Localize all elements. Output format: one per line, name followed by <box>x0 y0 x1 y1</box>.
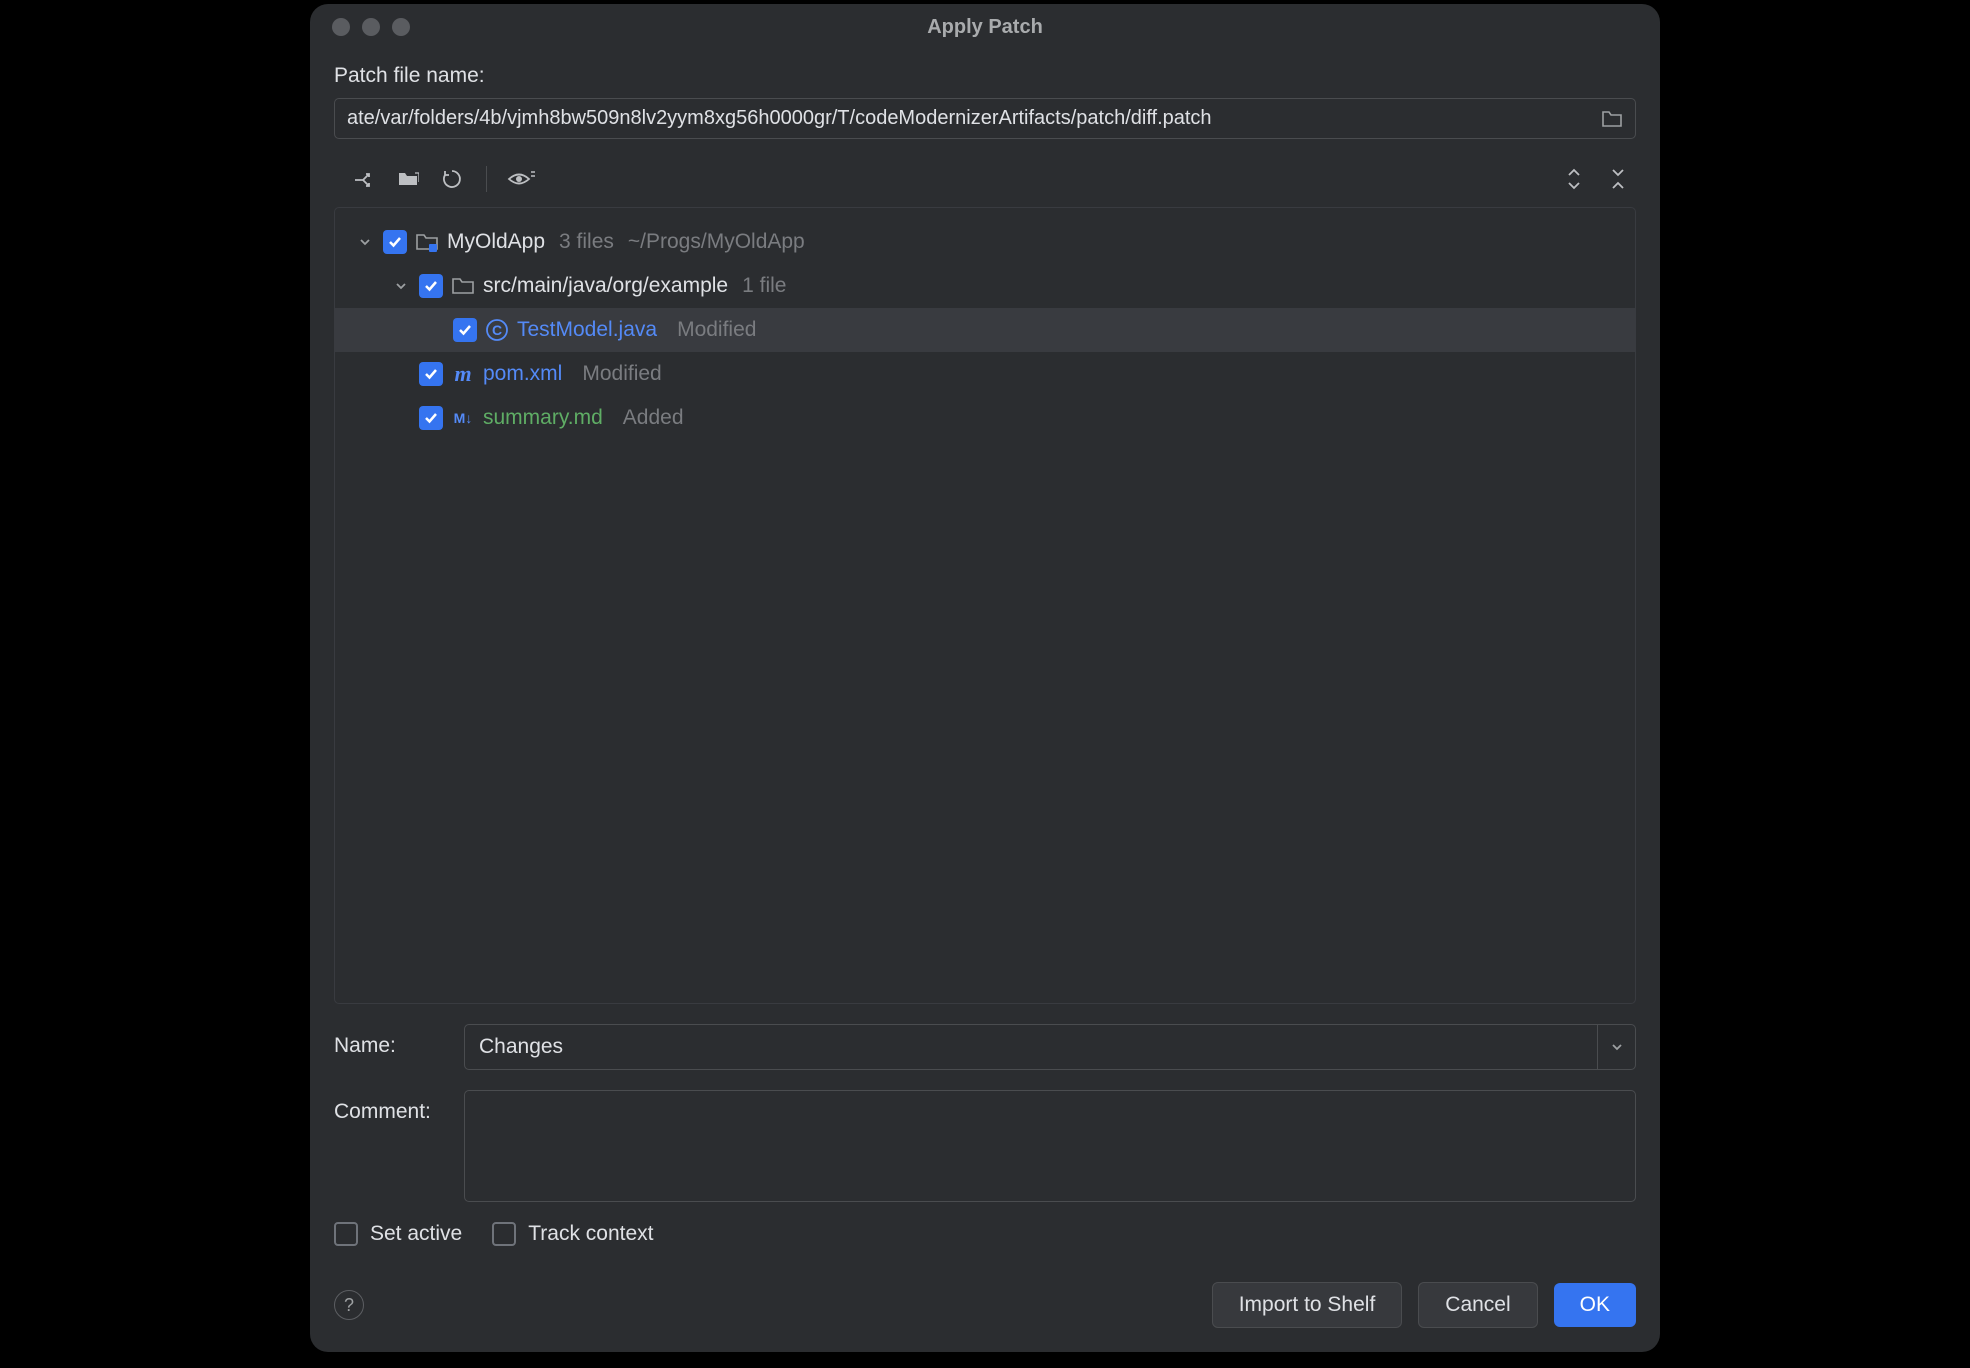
folder-group-icon[interactable] <box>394 165 422 193</box>
checkbox-root[interactable] <box>383 230 407 254</box>
tree-folder-name: src/main/java/org/example <box>483 274 728 298</box>
tree-file-row-pom[interactable]: m pom.xml Modified <box>335 352 1635 396</box>
track-context-label: Track context <box>528 1222 653 1246</box>
tree-file-row-testmodel[interactable]: C TestModel.java Modified <box>335 308 1635 352</box>
name-input-wrapper <box>464 1024 1636 1070</box>
file2-name: pom.xml <box>483 362 562 386</box>
cancel-button[interactable]: Cancel <box>1418 1282 1537 1328</box>
comment-input-wrapper <box>464 1090 1636 1202</box>
patch-file-label: Patch file name: <box>334 64 1636 88</box>
maven-icon: m <box>451 362 475 386</box>
track-context-option[interactable]: Track context <box>492 1222 653 1246</box>
track-context-checkbox[interactable] <box>492 1222 516 1246</box>
tree-root-name: MyOldApp <box>447 230 545 254</box>
options-row: Set active Track context <box>334 1222 1636 1246</box>
close-window-button[interactable] <box>332 18 350 36</box>
svg-text:C: C <box>492 322 502 338</box>
file2-status: Modified <box>582 362 661 386</box>
collapse-all-icon[interactable] <box>1604 165 1632 193</box>
checkbox-file3[interactable] <box>419 406 443 430</box>
checkbox-file2[interactable] <box>419 362 443 386</box>
tree-toolbar <box>334 159 1636 207</box>
titlebar: Apply Patch <box>310 4 1660 50</box>
checkbox-folder[interactable] <box>419 274 443 298</box>
patch-file-input-wrapper <box>334 98 1636 139</box>
maximize-window-button[interactable] <box>392 18 410 36</box>
tree-folder-count: 1 file <box>742 274 786 298</box>
help-icon: ? <box>344 1295 354 1316</box>
folder-icon <box>451 274 475 298</box>
tree-root-row[interactable]: MyOldApp 3 files ~/Progs/MyOldApp <box>335 220 1635 264</box>
java-class-icon: C <box>485 318 509 342</box>
apply-patch-dialog: Apply Patch Patch file name: <box>310 4 1660 1352</box>
tree-file-row-summary[interactable]: M↓ summary.md Added <box>335 396 1635 440</box>
dialog-footer: ? Import to Shelf Cancel OK <box>334 1270 1636 1328</box>
patch-file-input[interactable] <box>347 107 1591 130</box>
refresh-icon[interactable] <box>438 165 466 193</box>
name-input[interactable] <box>465 1025 1597 1069</box>
file1-name: TestModel.java <box>517 318 657 342</box>
preview-eye-icon[interactable] <box>507 165 535 193</box>
set-active-label: Set active <box>370 1222 462 1246</box>
checkbox-file1[interactable] <box>453 318 477 342</box>
import-to-shelf-button[interactable]: Import to Shelf <box>1212 1282 1403 1328</box>
project-folder-icon <box>415 230 439 254</box>
minimize-window-button[interactable] <box>362 18 380 36</box>
comment-textarea[interactable] <box>465 1091 1635 1201</box>
window-controls <box>332 18 410 36</box>
tree-folder-row[interactable]: src/main/java/org/example 1 file <box>335 264 1635 308</box>
file-tree-panel: MyOldApp 3 files ~/Progs/MyOldApp src/ma… <box>334 207 1636 1004</box>
name-label: Name: <box>334 1024 464 1058</box>
ok-button[interactable]: OK <box>1554 1283 1636 1327</box>
maven-badge-text: m <box>454 361 471 387</box>
name-form-row: Name: <box>334 1024 1636 1070</box>
branch-icon[interactable] <box>350 165 378 193</box>
chevron-down-icon[interactable] <box>355 235 375 249</box>
help-button[interactable]: ? <box>334 1290 364 1320</box>
dialog-title: Apply Patch <box>330 16 1640 39</box>
browse-folder-icon[interactable] <box>1601 110 1623 128</box>
comment-label: Comment: <box>334 1090 464 1124</box>
tree-root-path: ~/Progs/MyOldApp <box>628 230 805 254</box>
name-dropdown-button[interactable] <box>1597 1025 1635 1069</box>
comment-form-row: Comment: <box>334 1090 1636 1202</box>
markdown-icon: M↓ <box>451 406 475 430</box>
set-active-option[interactable]: Set active <box>334 1222 462 1246</box>
tree-root-count: 3 files <box>559 230 614 254</box>
file3-status: Added <box>623 406 684 430</box>
chevron-down-icon[interactable] <box>391 279 411 293</box>
markdown-badge-text: M↓ <box>454 410 473 426</box>
expand-collapse-icon[interactable] <box>1560 165 1588 193</box>
file1-status: Modified <box>677 318 756 342</box>
toolbar-divider <box>486 166 487 192</box>
set-active-checkbox[interactable] <box>334 1222 358 1246</box>
file3-name: summary.md <box>483 406 603 430</box>
